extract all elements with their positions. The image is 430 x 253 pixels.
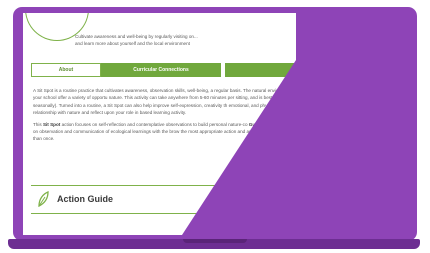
leaf-icon <box>38 191 49 207</box>
para2-bold-guides: Guides, Maps, and Signs <box>248 121 304 127</box>
tab-bar: About Curricular Connections <box>31 63 321 77</box>
laptop-mockup: Cultivate awareness and well-being by re… <box>0 0 430 253</box>
paragraph-1: A Sit Spot is a routine practice that cu… <box>33 88 321 116</box>
laptop-screen: Cultivate awareness and well-being by re… <box>23 13 408 235</box>
divider-bottom <box>31 213 321 215</box>
para2-lead: This <box>33 121 43 127</box>
tab-third[interactable] <box>225 63 315 77</box>
divider-top <box>31 185 321 187</box>
action-guide-header: Action Guide <box>37 191 113 207</box>
para2-bold-sit-spot: Sit Spot <box>42 121 61 127</box>
page-intro: Cultivate awareness and well-being by re… <box>75 33 280 47</box>
tab-curricular-connections[interactable]: Curricular Connections <box>101 63 221 77</box>
paragraph-2: This Sit Spot action focuses on self-ref… <box>33 121 323 143</box>
laptop-notch <box>183 239 247 243</box>
intro-line-2: and learn more about yourself and the lo… <box>75 41 190 46</box>
tab-about[interactable]: About <box>31 63 101 77</box>
action-guide-title: Action Guide <box>57 194 113 204</box>
para2-mid: action focuses on self-reflection and co… <box>60 121 248 127</box>
article-body: A Sit Spot is a routine practice that cu… <box>33 87 323 147</box>
webpage: Cultivate awareness and well-being by re… <box>23 13 408 235</box>
intro-line-1: Cultivate awareness and well-being by re… <box>75 34 198 39</box>
